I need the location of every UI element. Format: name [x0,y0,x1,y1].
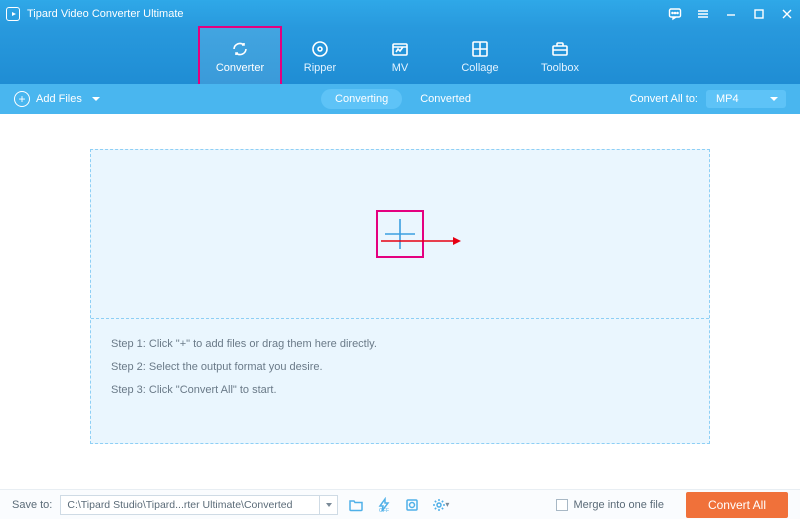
format-value: MP4 [716,93,739,105]
nav-label: MV [392,62,409,74]
hardware-accel-button[interactable]: OFF [374,495,394,515]
nav-label: Converter [216,62,264,74]
merge-label: Merge into one file [573,499,664,511]
app-title: Tipard Video Converter Ultimate [27,8,668,20]
feedback-icon[interactable] [668,7,682,21]
menu-icon[interactable] [696,7,710,21]
save-path-value: C:\Tipard Studio\Tipard...rter Ultimate\… [67,499,292,511]
minimize-button[interactable] [724,7,738,21]
output-format-select[interactable]: MP4 [706,90,786,108]
add-files-button[interactable]: Add Files [14,91,100,107]
convert-all-button[interactable]: Convert All [686,492,788,518]
toolbar: Add Files Converting Converted Convert A… [0,84,800,114]
content-area: Step 1: Click "+" to add files or drag t… [0,114,800,489]
merge-checkbox[interactable]: Merge into one file [556,499,664,511]
maximize-button[interactable] [752,7,766,21]
tab-converted[interactable]: Converted [412,89,479,109]
step-3: Step 3: Click "Convert All" to start. [111,379,689,402]
ripper-icon [310,39,330,59]
mv-icon [390,39,410,59]
save-path-input[interactable]: C:\Tipard Studio\Tipard...rter Ultimate\… [60,495,320,515]
plus-circle-icon [14,91,30,107]
convert-all-to-label: Convert All to: [630,93,698,105]
checkbox-icon [556,499,568,511]
titlebar: Tipard Video Converter Ultimate [0,0,800,28]
main-nav: Converter Ripper MV Collage Toolbox [0,28,800,84]
collage-icon [470,39,490,59]
toolbox-icon [550,39,570,59]
step-1: Step 1: Click "+" to add files or drag t… [111,333,689,356]
gpu-button[interactable] [402,495,422,515]
app-logo-icon [6,7,20,21]
chevron-down-icon [92,97,100,101]
drop-zone[interactable]: Step 1: Click "+" to add files or drag t… [90,149,710,444]
converter-icon [230,39,250,59]
nav-label: Collage [461,62,498,74]
nav-mv[interactable]: MV [360,28,440,84]
save-path-dropdown[interactable] [320,495,338,515]
nav-toolbox[interactable]: Toolbox [520,28,600,84]
close-button[interactable] [780,7,794,21]
nav-label: Ripper [304,62,336,74]
add-files-label: Add Files [36,93,82,105]
nav-converter[interactable]: Converter [200,28,280,84]
arrow-annotation [381,233,461,235]
nav-ripper[interactable]: Ripper [280,28,360,84]
save-to-label: Save to: [12,499,52,511]
settings-button[interactable]: ▾ [430,495,450,515]
tab-converting[interactable]: Converting [321,89,402,109]
bottom-bar: Save to: C:\Tipard Studio\Tipard...rter … [0,489,800,519]
instructions: Step 1: Click "+" to add files or drag t… [91,319,709,416]
open-folder-button[interactable] [346,495,366,515]
nav-label: Toolbox [541,62,579,74]
svg-text:OFF: OFF [379,508,389,513]
nav-collage[interactable]: Collage [440,28,520,84]
step-2: Step 2: Select the output format you des… [111,356,689,379]
